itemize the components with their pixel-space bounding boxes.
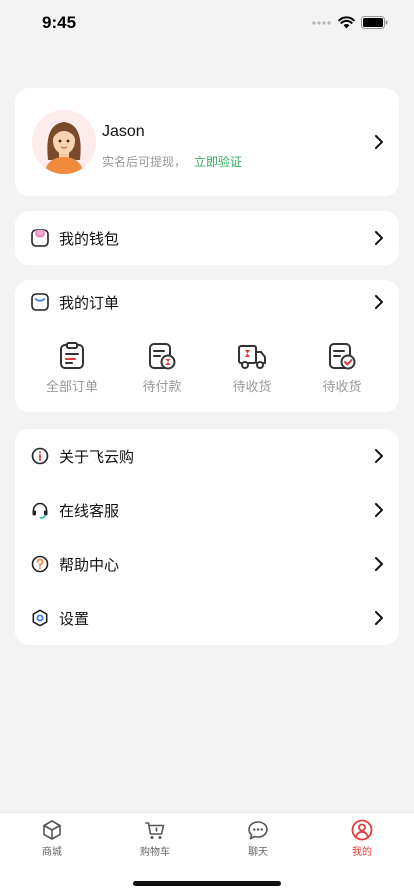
menu-item-about[interactable]: 关于飞云购 bbox=[15, 429, 399, 483]
wifi-icon bbox=[338, 16, 355, 29]
orders-card: 我的订单 全部订单 待付款 待收货 待收货 bbox=[15, 280, 399, 412]
tab-me[interactable]: 我的 bbox=[322, 819, 402, 858]
menu-item-label: 帮助中心 bbox=[59, 556, 120, 574]
avatar-illustration bbox=[32, 110, 96, 174]
chevron-right-icon[interactable] bbox=[373, 610, 385, 626]
wallet-row[interactable]: 我的钱包 bbox=[15, 211, 399, 265]
menu-item-label: 关于飞云购 bbox=[59, 448, 135, 466]
chevron-right-icon[interactable] bbox=[373, 134, 385, 150]
status-icons bbox=[312, 16, 388, 29]
order-label: 待收货 bbox=[322, 380, 362, 395]
order-label: 待收货 bbox=[232, 380, 272, 395]
help-icon bbox=[31, 555, 49, 573]
chevron-right-icon[interactable] bbox=[373, 556, 385, 572]
chat-icon bbox=[248, 821, 268, 840]
user-icon bbox=[351, 819, 373, 841]
info-icon bbox=[31, 447, 49, 465]
verification-hint-text: 实名后可提现， bbox=[102, 155, 187, 169]
menu-item-settings[interactable]: 设置 bbox=[15, 591, 399, 645]
menu-card: 关于飞云购 在线客服 帮助中心 设置 bbox=[15, 429, 399, 645]
menu-item-support[interactable]: 在线客服 bbox=[15, 483, 399, 537]
home-indicator[interactable] bbox=[133, 881, 281, 886]
order-pending-payment[interactable]: 待付款 bbox=[127, 342, 197, 398]
box-icon bbox=[43, 820, 61, 840]
delivery-truck-icon bbox=[238, 345, 266, 369]
settings-icon bbox=[32, 609, 48, 627]
orders-icon bbox=[31, 293, 49, 311]
headset-icon bbox=[32, 502, 48, 519]
order-pending-delivery[interactable]: 待收货 bbox=[217, 342, 287, 398]
tab-mall[interactable]: 商城 bbox=[12, 819, 92, 858]
tab-label: 聊天 bbox=[248, 847, 268, 858]
status-time: 9:45 bbox=[42, 13, 77, 32]
tab-chat[interactable]: 聊天 bbox=[218, 819, 298, 858]
payment-pending-icon bbox=[149, 343, 176, 370]
cart-icon bbox=[145, 822, 165, 839]
order-label: 全部订单 bbox=[45, 380, 98, 395]
tab-label: 我的 bbox=[352, 847, 372, 858]
chevron-right-icon[interactable] bbox=[373, 294, 385, 310]
status-bar: 9:45 bbox=[0, 0, 414, 48]
username: Jason bbox=[102, 123, 145, 140]
verification-hint: 实名后可提现， 立即验证 bbox=[102, 153, 242, 170]
clipboard-icon bbox=[60, 342, 84, 369]
wallet-label: 我的钱包 bbox=[59, 230, 120, 248]
tab-label: 商城 bbox=[42, 847, 62, 858]
received-check-icon bbox=[329, 343, 356, 370]
tab-cart[interactable]: 购物车 bbox=[115, 819, 195, 858]
menu-item-label: 设置 bbox=[59, 610, 90, 628]
order-label: 待付款 bbox=[142, 380, 182, 395]
avatar[interactable] bbox=[32, 110, 96, 174]
menu-item-help[interactable]: 帮助中心 bbox=[15, 537, 399, 591]
signal-icon bbox=[312, 20, 331, 25]
order-all[interactable]: 全部订单 bbox=[37, 342, 107, 398]
chevron-right-icon[interactable] bbox=[373, 502, 385, 518]
chevron-right-icon[interactable] bbox=[373, 230, 385, 246]
profile-card[interactable]: Jason 实名后可提现， 立即验证 bbox=[15, 88, 399, 196]
chevron-right-icon[interactable] bbox=[373, 448, 385, 464]
order-received[interactable]: 待收货 bbox=[307, 342, 377, 398]
orders-title[interactable]: 我的订单 bbox=[59, 292, 119, 313]
battery-icon bbox=[361, 16, 388, 29]
tab-label: 购物车 bbox=[140, 847, 170, 858]
wallet-icon bbox=[31, 229, 49, 247]
verify-now-link[interactable]: 立即验证 bbox=[194, 155, 242, 169]
menu-item-label: 在线客服 bbox=[59, 502, 120, 520]
